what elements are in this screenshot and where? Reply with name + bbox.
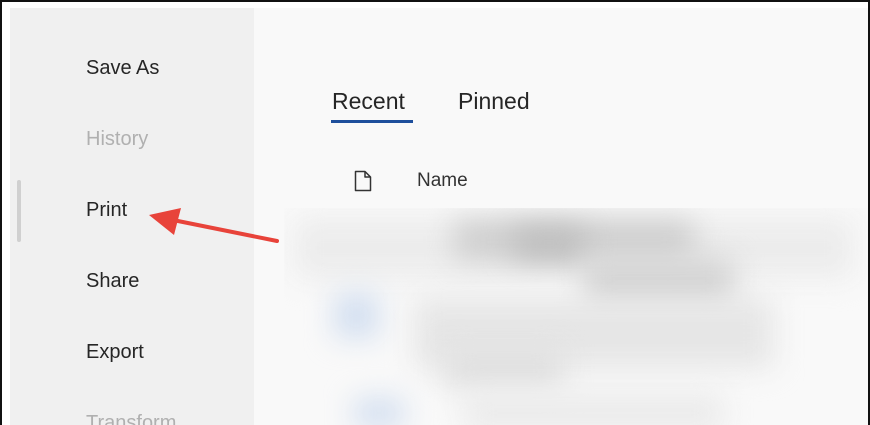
file-list-redacted — [284, 208, 868, 425]
recent-files-panel: Recent Pinned Name — [254, 8, 868, 425]
sidebar-item-export[interactable]: Export — [86, 341, 144, 364]
column-header-name[interactable]: Name — [417, 170, 468, 192]
backstage-view: Save As History Print Share Export Trans… — [10, 8, 868, 425]
sidebar-item-print[interactable]: Print — [86, 199, 127, 222]
sidebar-item-history: History — [86, 128, 149, 150]
sidebar-item-save-as[interactable]: Save As — [86, 57, 159, 80]
sidebar-item-share[interactable]: Share — [86, 270, 139, 293]
sidebar-item-transform: Transform — [86, 412, 177, 425]
tab-selected-indicator — [331, 120, 413, 123]
backstage-sidebar: Save As History Print Share Export Trans… — [10, 8, 254, 425]
document-icon — [354, 170, 372, 192]
tab-pinned[interactable]: Pinned — [458, 88, 530, 115]
sidebar-scrollbar[interactable] — [17, 180, 21, 242]
app-window: Save As History Print Share Export Trans… — [0, 0, 870, 425]
tab-recent[interactable]: Recent — [332, 88, 405, 115]
